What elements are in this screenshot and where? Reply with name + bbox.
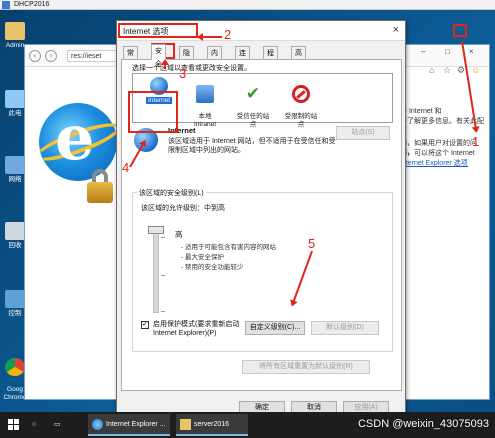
protected-mode-label: 启用保护模式(要求重新启动 Internet Explorer)(P) [153, 321, 240, 337]
recycle-bin-icon [5, 222, 25, 240]
folder-icon [180, 419, 191, 430]
zone-trusted-sites[interactable]: ✔ 受信任的站 点 [231, 77, 275, 129]
tab-general[interactable]: 常规 [123, 46, 138, 70]
maximize-icon[interactable]: □ [445, 47, 450, 56]
minimize-icon[interactable]: – [421, 47, 425, 56]
annotation-number: 2 [224, 27, 232, 42]
side-text-line: 击 Internet 和 [400, 108, 442, 115]
taskbar-item-label: Internet Explorer ... [106, 421, 166, 428]
vm-window-title: DHCP2016 [14, 1, 50, 8]
bullet-line: - 禁用的安全功能较少 [181, 264, 244, 271]
slider-tick [161, 237, 165, 238]
tab-connections[interactable]: 连接 [235, 46, 250, 70]
taskbar-item-server2016[interactable]: server2016 [176, 414, 248, 436]
annotation-number: 5 [308, 236, 316, 251]
forward-icon[interactable]: › [45, 50, 57, 62]
bullet-line: - 最大安全保护 [181, 254, 224, 261]
tab-content[interactable]: 内容 [207, 46, 222, 70]
zone-label: 本地 Intranet [193, 113, 217, 128]
watermark: CSDN @weixin_43075093 [357, 418, 489, 430]
tab-advanced[interactable]: 高级 [291, 46, 306, 70]
desktop-icon-label: 网络 [8, 176, 22, 183]
bullet-line: - 适用于可能包含有害内容的网站 [181, 244, 276, 251]
intranet-icon [196, 85, 214, 103]
sites-button[interactable]: 站点(S) [336, 126, 390, 140]
desktop-icon-label: 控制 [8, 310, 22, 317]
vm-window-icon [2, 1, 10, 9]
taskbar: ○ ▭ Internet Explorer ... server2016 CSD… [0, 412, 495, 438]
tab-programs[interactable]: 程序 [263, 46, 278, 70]
side-link[interactable]: Internet Explorer 选项 [400, 159, 468, 168]
ie-icon [92, 419, 103, 430]
security-slider-thumb[interactable] [148, 226, 164, 234]
annotation-number: 1 [472, 134, 480, 149]
tab-security[interactable]: 安全 [151, 44, 166, 68]
zone-prompt: 选择一个区域以查看或更改安全设置。 [132, 65, 251, 72]
annotation-box-internet-zone [128, 91, 178, 133]
desktop-icon-label: Admin [5, 42, 25, 49]
tab-privacy[interactable]: 隐私 [179, 46, 194, 70]
security-level-name: 高 [175, 230, 183, 239]
annotation-arrow [164, 60, 166, 69]
reset-all-zones-button[interactable]: 将所有区域重置为默认级别(R) [242, 360, 370, 374]
desktop-icon-label: 此电 [8, 110, 22, 117]
annotation-arrow [198, 36, 222, 38]
computer-icon [5, 90, 25, 108]
slider-tick [161, 275, 165, 276]
padlock-icon [87, 169, 113, 203]
default-level-button[interactable]: 默认级别(D) [311, 321, 379, 335]
allowed-levels: 该区域的允许级别：中到高 [141, 205, 225, 212]
security-slider-track[interactable] [153, 233, 159, 313]
annotation-box-gear [453, 24, 467, 37]
smiley-icon[interactable]: ☺ [471, 66, 480, 75]
chrome-icon [5, 358, 25, 376]
zone-label: 受信任的站 点 [236, 113, 270, 128]
annotation-box-title [118, 23, 198, 38]
back-icon[interactable]: ‹ [29, 50, 41, 62]
security-level-group: 该区域的安全级别(L) 该区域的允许级别：中到高 高 - 适用于可能包含有害内容… [132, 188, 393, 352]
annotation-number: 4 [122, 160, 130, 175]
slider-tick [161, 311, 165, 312]
vm-titlebar: DHCP2016 [0, 0, 495, 10]
custom-level-button[interactable]: 自定义级别(C)... [245, 321, 305, 335]
group-title: 该区域的安全级别(L) [137, 188, 206, 198]
desktop-icon-label: 回收 [8, 242, 22, 249]
taskbar-item-ie[interactable]: Internet Explorer ... [88, 414, 170, 436]
side-text-line: 器，可以将这个 Internet [400, 150, 475, 157]
internet-options-dialog: Internet 选项 × 常规 安全 隐私 内容 连接 程序 高级 选择一个区… [116, 20, 406, 418]
zone-description: 该区域适用于 Internet 网站，但不适用于在受信任和受限制区域中列出的网站… [168, 138, 336, 154]
windows-start-icon[interactable] [8, 419, 20, 431]
annotation-number: 3 [179, 66, 187, 81]
security-level-bullets: - 适用于可能包含有害内容的网站 - 最大安全保护 - 禁用的安全功能较少 [181, 243, 276, 273]
check-icon: ✔ [245, 84, 261, 103]
folder-icon [5, 22, 25, 40]
taskbar-item-label: server2016 [194, 421, 230, 428]
protected-mode-checkbox[interactable]: ✓ [141, 321, 149, 329]
network-icon [5, 156, 25, 174]
control-panel-icon [5, 290, 25, 308]
no-entry-icon [292, 85, 310, 103]
zone-restricted-sites[interactable]: 受限制的站 点 [279, 77, 323, 129]
zone-label: 受限制的站 点 [284, 113, 318, 128]
close-icon[interactable]: × [469, 47, 474, 56]
search-icon[interactable]: ○ [32, 414, 46, 436]
close-icon[interactable]: × [393, 24, 399, 36]
zone-local-intranet[interactable]: 本地 Intranet [183, 77, 227, 129]
favorites-icon[interactable]: ☆ [443, 66, 452, 75]
home-icon[interactable]: ⌂ [429, 66, 438, 75]
task-view-icon[interactable]: ▭ [54, 414, 68, 436]
